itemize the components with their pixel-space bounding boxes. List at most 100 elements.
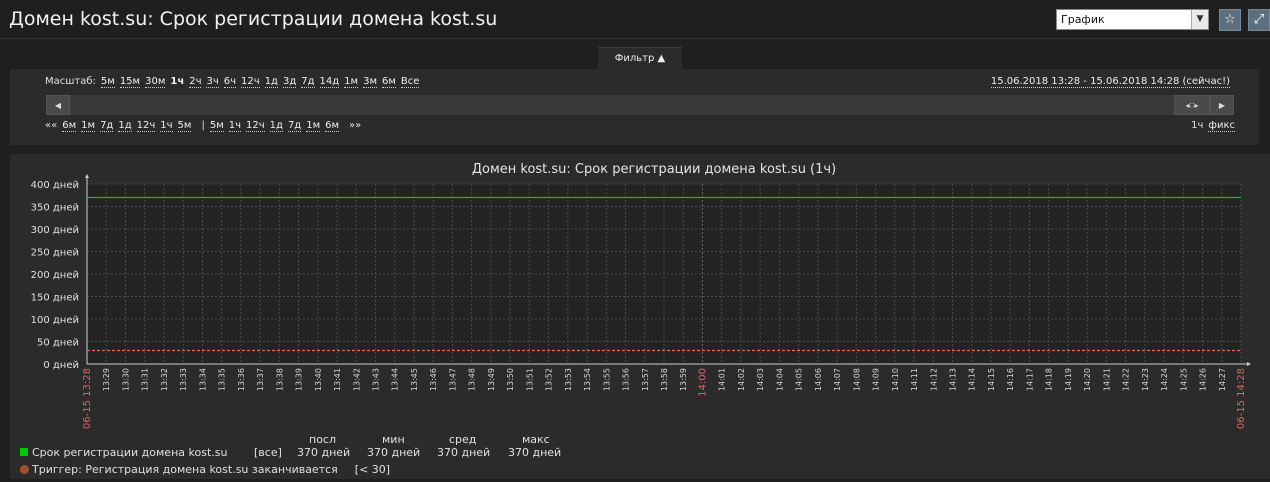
x-tick-label: 13:50 bbox=[506, 368, 515, 391]
x-tick-label: 14:27 bbox=[1218, 368, 1227, 391]
x-tick-label: 13:46 bbox=[429, 368, 438, 391]
nav-separator: | bbox=[201, 120, 205, 131]
x-tick-label: 14:15 bbox=[987, 368, 996, 391]
legend-trigger-cond: [< 30] bbox=[354, 463, 391, 476]
zoom-option-1[interactable]: 15м bbox=[119, 76, 141, 88]
nav-forward-3[interactable]: 1д bbox=[269, 120, 283, 132]
scroll-handle[interactable]: ◂∷▸ bbox=[1174, 95, 1210, 115]
zoom-option-5[interactable]: 3ч bbox=[206, 76, 219, 88]
favorite-button[interactable]: ☆ bbox=[1219, 9, 1241, 31]
zoom-option-10[interactable]: 7д bbox=[301, 76, 315, 88]
legend-header-last: посл bbox=[309, 433, 337, 446]
nav-back-3[interactable]: 1д bbox=[118, 120, 132, 132]
legend-series-scope: [все] bbox=[254, 446, 282, 459]
zoom-option-7[interactable]: 12ч bbox=[241, 76, 260, 88]
zoom-option-2[interactable]: 30м bbox=[145, 76, 166, 88]
chart: Домен kost.su: Срок регистрации домена k… bbox=[31, 162, 1251, 429]
fixed-toggle[interactable]: фикс bbox=[1208, 120, 1235, 132]
x-axis-arrow bbox=[1247, 362, 1251, 366]
scroll-right-button[interactable]: ▶ bbox=[1210, 95, 1234, 115]
x-tick-label: 13:37 bbox=[256, 368, 265, 391]
x-tick-label: 14:11 bbox=[910, 368, 919, 391]
zoom-option-9[interactable]: 3д bbox=[282, 76, 297, 88]
zoom-option-12[interactable]: 1м bbox=[344, 76, 359, 88]
x-tick-label: 14:09 bbox=[872, 368, 881, 391]
nav-row: «« 6м 1м 7д 1д 12ч 1ч 5м | 5м 1ч 12ч 1д 7д 1м 6м »» bbox=[45, 120, 366, 132]
x-tick-label: 13:51 bbox=[525, 368, 534, 391]
page-title: Домен kost.su: Срок регистрации домена k… bbox=[9, 8, 498, 30]
time-scrollbar[interactable]: ◀ ◂∷▸ ▶ bbox=[46, 95, 1234, 115]
filter-panel: Масштаб: 5м 15м 30м 1ч 2ч 3ч 6ч 12ч 1д 3д 7д 14д 1м 3м… bbox=[10, 69, 1259, 145]
zoom-option-13[interactable]: 3м bbox=[363, 76, 377, 88]
x-tick-label: 13:36 bbox=[237, 368, 246, 391]
x-tick-label: 14:10 bbox=[891, 368, 900, 391]
view-select-value: График bbox=[1061, 13, 1105, 26]
view-select[interactable]: График ▼ bbox=[1056, 9, 1209, 30]
zoom-option-0[interactable]: 5м bbox=[100, 76, 115, 88]
x-tick-label: 13:29 bbox=[102, 368, 111, 391]
x-tick-label: 14:06 bbox=[814, 368, 823, 391]
nav-forward-6[interactable]: 6м bbox=[325, 120, 340, 132]
zoom-option-8[interactable]: 1д bbox=[264, 76, 278, 88]
x-tick-label: 13:47 bbox=[448, 368, 457, 391]
scroll-left-button[interactable]: ◀ bbox=[46, 95, 70, 115]
zoom-option-11[interactable]: 14д bbox=[319, 76, 340, 88]
nav-back-2[interactable]: 7д bbox=[100, 120, 114, 132]
zoom-option-4[interactable]: 2ч bbox=[189, 76, 202, 88]
zoom-option-6[interactable]: 6ч bbox=[223, 76, 237, 88]
x-tick-label: 13:53 bbox=[564, 368, 573, 391]
nav-forward-4[interactable]: 7д bbox=[287, 120, 302, 132]
legend-last: 370 дней bbox=[297, 446, 351, 459]
x-tick-label: 13:34 bbox=[198, 368, 207, 391]
zoom-option-15[interactable]: Все bbox=[400, 76, 420, 88]
legend-trigger-name: Триггер: Регистрация домена kost.su зака… bbox=[32, 463, 338, 476]
legend-max: 370 дней bbox=[508, 446, 562, 459]
fullscreen-icon: ⤢ bbox=[1253, 12, 1265, 27]
x-tick-label: 13:32 bbox=[160, 368, 169, 391]
nav-back-6[interactable]: 5м bbox=[177, 120, 192, 132]
x-tick-label: 14:26 bbox=[1199, 368, 1208, 391]
trigger-color-swatch bbox=[20, 465, 29, 474]
x-tick-label: 14:17 bbox=[1025, 368, 1034, 391]
period-row: 15.06.2018 13:28 - 15.06.2018 14:28 (сей… bbox=[990, 76, 1235, 88]
fullscreen-button[interactable]: ⤢ bbox=[1248, 9, 1270, 31]
nav-back-1[interactable]: 1м bbox=[81, 120, 96, 132]
nav-forward-1[interactable]: 1ч bbox=[228, 120, 242, 132]
chevron-down-icon: ▼ bbox=[1191, 10, 1208, 29]
nav-forward-2[interactable]: 12ч bbox=[246, 120, 265, 132]
x-tick-label: 14:04 bbox=[775, 368, 784, 391]
legend-avg: 370 дней bbox=[437, 446, 491, 459]
x-tick-label: 14:16 bbox=[1006, 368, 1015, 391]
x-tick-label: 13:31 bbox=[141, 368, 150, 391]
nav-forward-5[interactable]: 1м bbox=[306, 120, 321, 132]
legend-series-row: Срок регистрации домена kost.su [все] 37… bbox=[20, 446, 620, 460]
x-tick-label: 13:33 bbox=[179, 368, 188, 391]
graph-panel: Домен kost.su: Срок регистрации домена k… bbox=[10, 154, 1270, 479]
x-tick-label: 13:55 bbox=[602, 368, 611, 391]
x-tick-label: 13:54 bbox=[583, 368, 592, 391]
legend-min: 370 дней bbox=[367, 446, 421, 459]
filter-tab[interactable]: Фильтр ▲ bbox=[598, 47, 682, 70]
nav-back-options: 6м 1м 7д 1д 12ч 1ч 5м bbox=[62, 120, 196, 132]
nav-back-0[interactable]: 6м bbox=[62, 120, 77, 132]
x-tick-label: 13:49 bbox=[487, 368, 496, 391]
star-icon: ☆ bbox=[1224, 12, 1236, 27]
y-tick-label: 200 дней bbox=[31, 270, 79, 281]
nav-back-4[interactable]: 12ч bbox=[136, 120, 156, 132]
nav-far-back[interactable]: «« bbox=[45, 120, 57, 131]
legend-header-avg: сред bbox=[449, 433, 477, 446]
x-tick-label: 14:02 bbox=[737, 368, 746, 391]
y-tick-label: 0 дней bbox=[43, 360, 79, 371]
series-color-swatch bbox=[20, 448, 28, 456]
x-tick-label: 13:42 bbox=[352, 368, 361, 391]
period-display[interactable]: 15.06.2018 13:28 - 15.06.2018 14:28 (сей… bbox=[990, 76, 1230, 88]
zoom-options: 5м 15м 30м 1ч 2ч 3ч 6ч 12ч 1д 3д 7д 14д 1м 3м 6м Все bbox=[100, 76, 425, 88]
x-tick-label: 14:20 bbox=[1083, 368, 1092, 391]
nav-far-forward[interactable]: »» bbox=[349, 120, 361, 131]
legend-trigger-row: Триггер: Регистрация домена kost.su зака… bbox=[20, 463, 390, 476]
nav-back-5[interactable]: 1ч bbox=[160, 120, 173, 132]
zoom-option-3[interactable]: 1ч bbox=[170, 76, 184, 87]
x-tick-label: 14:13 bbox=[949, 368, 958, 391]
zoom-option-14[interactable]: 6м bbox=[381, 76, 396, 88]
nav-forward-0[interactable]: 5м bbox=[209, 120, 224, 132]
